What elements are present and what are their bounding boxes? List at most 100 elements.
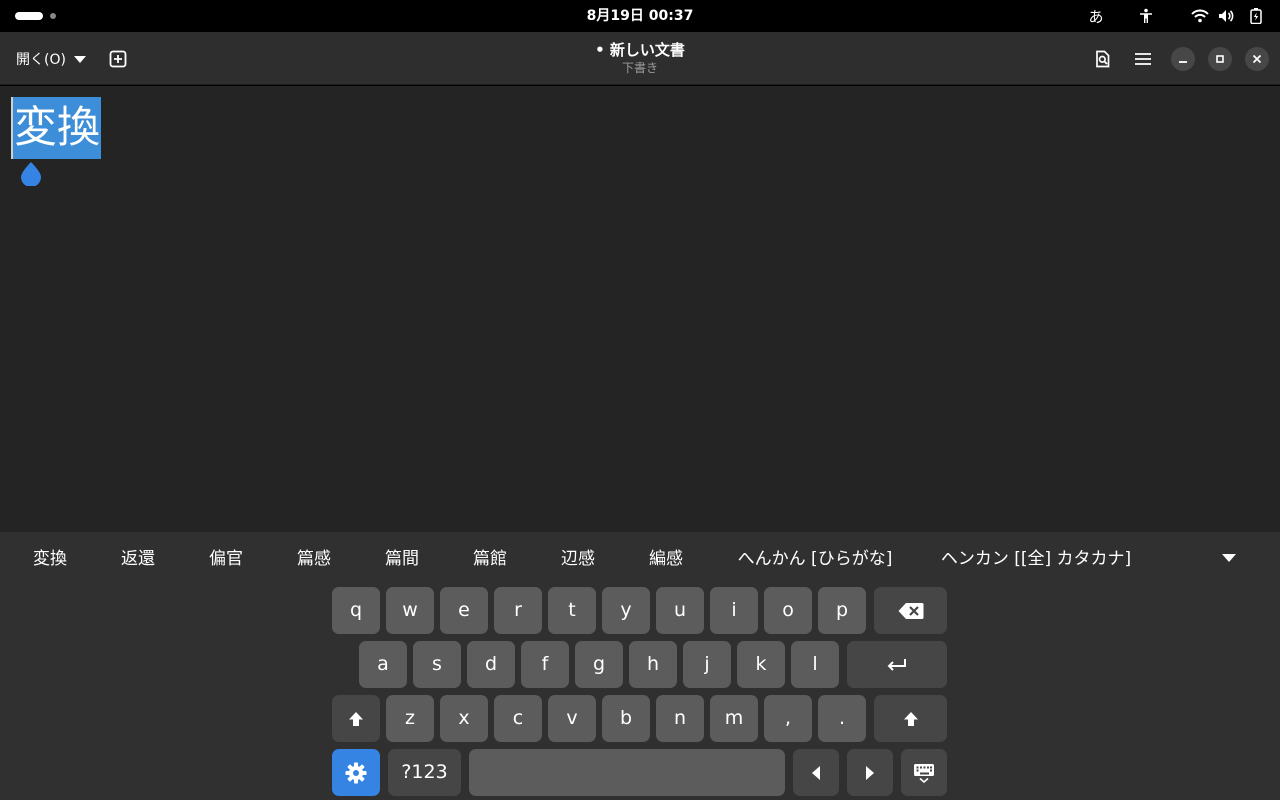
- header-bar: 開く(O) • 新しい文書 下書き: [0, 32, 1280, 85]
- volume-icon[interactable]: [1214, 0, 1238, 32]
- key-r[interactable]: r: [494, 587, 542, 634]
- key-label: f: [541, 653, 549, 675]
- minimize-button[interactable]: [1171, 47, 1195, 71]
- enter-key[interactable]: [847, 641, 947, 688]
- hide-keyboard-key[interactable]: [901, 749, 947, 796]
- close-icon: [1252, 54, 1262, 64]
- arrow-right-key[interactable]: [847, 749, 893, 796]
- key-y[interactable]: y: [602, 587, 650, 634]
- key-label: z: [405, 707, 415, 729]
- key-label: s: [432, 653, 442, 675]
- key-s[interactable]: s: [413, 641, 461, 688]
- input-method-indicator[interactable]: あ: [1084, 0, 1108, 32]
- candidate-item[interactable]: 篇感: [284, 532, 344, 586]
- key-f[interactable]: f: [521, 641, 569, 688]
- key-v[interactable]: v: [548, 695, 596, 742]
- key-e[interactable]: e: [440, 587, 488, 634]
- key-label: m: [724, 707, 744, 729]
- workspace-dot-icon[interactable]: [50, 13, 56, 19]
- numbers-key[interactable]: ?123: [388, 749, 461, 796]
- key-label: ,: [784, 707, 792, 729]
- key-i[interactable]: i: [710, 587, 758, 634]
- backspace-icon: [898, 602, 923, 619]
- key-m[interactable]: m: [710, 695, 758, 742]
- accessibility-icon[interactable]: [1134, 0, 1158, 32]
- candidate-item[interactable]: 変換: [20, 532, 80, 586]
- selected-text[interactable]: 変換: [11, 97, 101, 159]
- candidate-item[interactable]: 返還: [108, 532, 168, 586]
- key-z[interactable]: z: [386, 695, 434, 742]
- clock[interactable]: 8月19日 00:37: [560, 0, 720, 32]
- close-button[interactable]: [1245, 47, 1269, 71]
- candidate-item[interactable]: 編感: [636, 532, 696, 586]
- arrow-right-icon: [866, 765, 874, 780]
- key-label: g: [592, 653, 606, 675]
- key-u[interactable]: u: [656, 587, 704, 634]
- key-l[interactable]: l: [791, 641, 839, 688]
- wifi-icon[interactable]: [1188, 0, 1212, 32]
- key-h[interactable]: h: [629, 641, 677, 688]
- key-label: a: [377, 653, 389, 675]
- space-key[interactable]: [469, 749, 785, 796]
- key-c[interactable]: c: [494, 695, 542, 742]
- key-d[interactable]: d: [467, 641, 515, 688]
- maximize-button[interactable]: [1208, 47, 1232, 71]
- candidate-item[interactable]: 偏官: [196, 532, 256, 586]
- key-b[interactable]: b: [602, 695, 650, 742]
- key-label: r: [514, 599, 522, 621]
- key-period[interactable]: .: [818, 695, 866, 742]
- settings-key[interactable]: [332, 749, 380, 796]
- key-label: p: [835, 599, 849, 621]
- key-q[interactable]: q: [332, 587, 380, 634]
- workspace-indicator-icon[interactable]: [15, 12, 43, 20]
- top-bar: 8月19日 00:37 あ: [0, 0, 1280, 32]
- key-label: d: [484, 653, 498, 675]
- key-n[interactable]: n: [656, 695, 704, 742]
- document-subtitle: 下書き: [621, 61, 658, 75]
- key-p[interactable]: p: [818, 587, 866, 634]
- new-document-button[interactable]: [102, 42, 134, 76]
- arrow-left-icon: [812, 765, 820, 780]
- key-label: l: [812, 653, 818, 675]
- maximize-icon: [1216, 55, 1224, 63]
- key-label: c: [512, 707, 524, 729]
- key-comma[interactable]: ,: [764, 695, 812, 742]
- battery-icon[interactable]: [1244, 0, 1268, 32]
- key-t[interactable]: t: [548, 587, 596, 634]
- shift-icon: [903, 711, 918, 726]
- key-x[interactable]: x: [440, 695, 488, 742]
- key-g[interactable]: g: [575, 641, 623, 688]
- key-o[interactable]: o: [764, 587, 812, 634]
- key-label: b: [619, 707, 633, 729]
- key-j[interactable]: j: [683, 641, 731, 688]
- key-a[interactable]: a: [359, 641, 407, 688]
- open-button[interactable]: 開く(O): [8, 42, 94, 76]
- key-w[interactable]: w: [386, 587, 434, 634]
- candidate-bar: 変換 返還 偏官 篇感 篇間 篇館 辺感 編感 へんかん [ひらがな] ヘンカン…: [0, 532, 1280, 586]
- enter-icon: [887, 658, 906, 671]
- backspace-key[interactable]: [874, 587, 947, 634]
- key-label: u: [673, 599, 687, 621]
- text-editor[interactable]: 変換: [0, 86, 1280, 532]
- menu-icon: [1135, 53, 1151, 65]
- key-label: v: [566, 707, 578, 729]
- hide-keyboard-icon: [914, 763, 934, 783]
- document-title: • 新しい文書: [595, 41, 685, 59]
- key-label: e: [458, 599, 470, 621]
- new-document-icon: [109, 50, 127, 68]
- key-label: t: [568, 599, 576, 621]
- candidate-item[interactable]: 篇館: [460, 532, 520, 586]
- arrow-left-key[interactable]: [793, 749, 839, 796]
- find-button[interactable]: [1086, 42, 1120, 76]
- main-menu-button[interactable]: [1126, 42, 1160, 76]
- selection-handle-icon[interactable]: [19, 160, 43, 190]
- key-k[interactable]: k: [737, 641, 785, 688]
- candidate-item[interactable]: へんかん [ひらがな]: [730, 532, 900, 586]
- chevron-down-icon[interactable]: [1222, 554, 1236, 562]
- candidate-item[interactable]: 篇間: [372, 532, 432, 586]
- shift-key-right[interactable]: [874, 695, 947, 742]
- candidate-item[interactable]: ヘンカン [[全] カタカナ]: [936, 532, 1136, 586]
- candidate-item[interactable]: 辺感: [548, 532, 608, 586]
- chevron-down-icon: [73, 55, 86, 63]
- shift-key-left[interactable]: [332, 695, 380, 742]
